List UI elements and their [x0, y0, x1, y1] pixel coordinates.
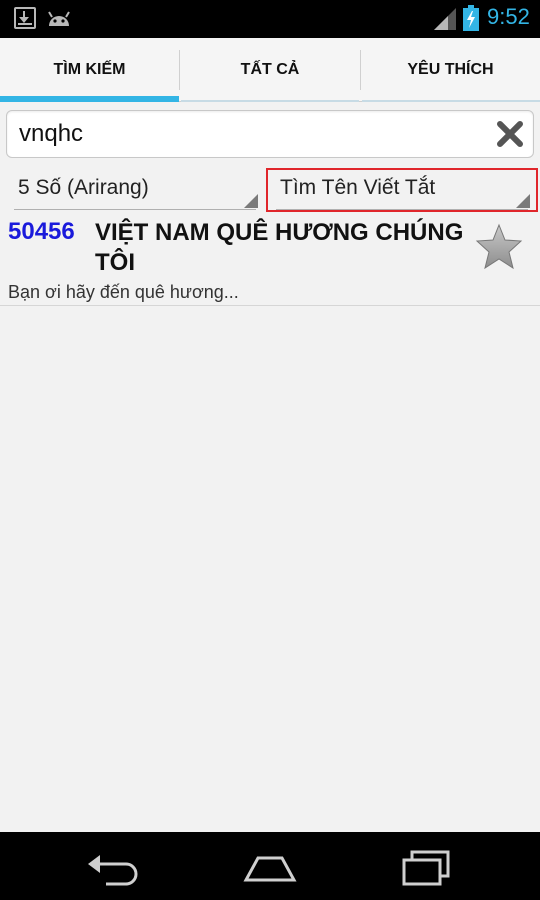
signal-icon [434, 8, 456, 30]
selected-tab-indicator [0, 96, 179, 102]
navigation-bar [0, 832, 540, 900]
download-icon [14, 7, 36, 29]
tab-search[interactable]: TÌM KIẾM [0, 38, 179, 102]
back-icon[interactable] [82, 844, 142, 888]
tab-favorites[interactable]: YÊU THÍCH [361, 38, 540, 102]
song-title: VIỆT NAM QUÊ HƯƠNG CHÚNG TÔI [95, 219, 464, 276]
tab-bar: TÌM KIẾM TẤT CẢ YÊU THÍCH [0, 38, 540, 102]
list-item[interactable]: 50456 VIỆT NAM QUÊ HƯƠNG CHÚNG TÔI Bạn ơ… [0, 210, 540, 306]
app-content: TÌM KIẾM TẤT CẢ YÊU THÍCH 5 Số (Arirang)… [0, 38, 540, 832]
songbook-value: 5 Số (Arirang) [18, 176, 149, 199]
favorite-star-icon[interactable] [474, 222, 524, 272]
search-input[interactable] [19, 116, 479, 152]
dropdown-arrow-icon [244, 194, 258, 208]
clear-x-icon[interactable] [495, 119, 525, 149]
android-icon [48, 11, 70, 26]
tab-underline [362, 100, 540, 102]
search-box [6, 110, 534, 158]
battery-charging-icon [463, 5, 479, 31]
status-bar: 9:52 [0, 0, 540, 38]
clock: 9:52 [487, 4, 530, 29]
search-mode-dropdown[interactable]: Tìm Tên Viết Tắt [266, 168, 538, 212]
tab-all[interactable]: TẤT CẢ [180, 38, 360, 102]
tab-underline [181, 100, 359, 102]
dropdown-arrow-icon [516, 194, 530, 208]
song-id: 50456 [8, 218, 75, 245]
song-lyric: Bạn ơi hãy đến quê hương... [8, 282, 239, 302]
recents-icon[interactable] [398, 844, 458, 888]
home-icon[interactable] [240, 844, 300, 888]
search-mode-value: Tìm Tên Viết Tắt [280, 176, 436, 199]
songbook-dropdown[interactable]: 5 Số (Arirang) [6, 172, 264, 210]
